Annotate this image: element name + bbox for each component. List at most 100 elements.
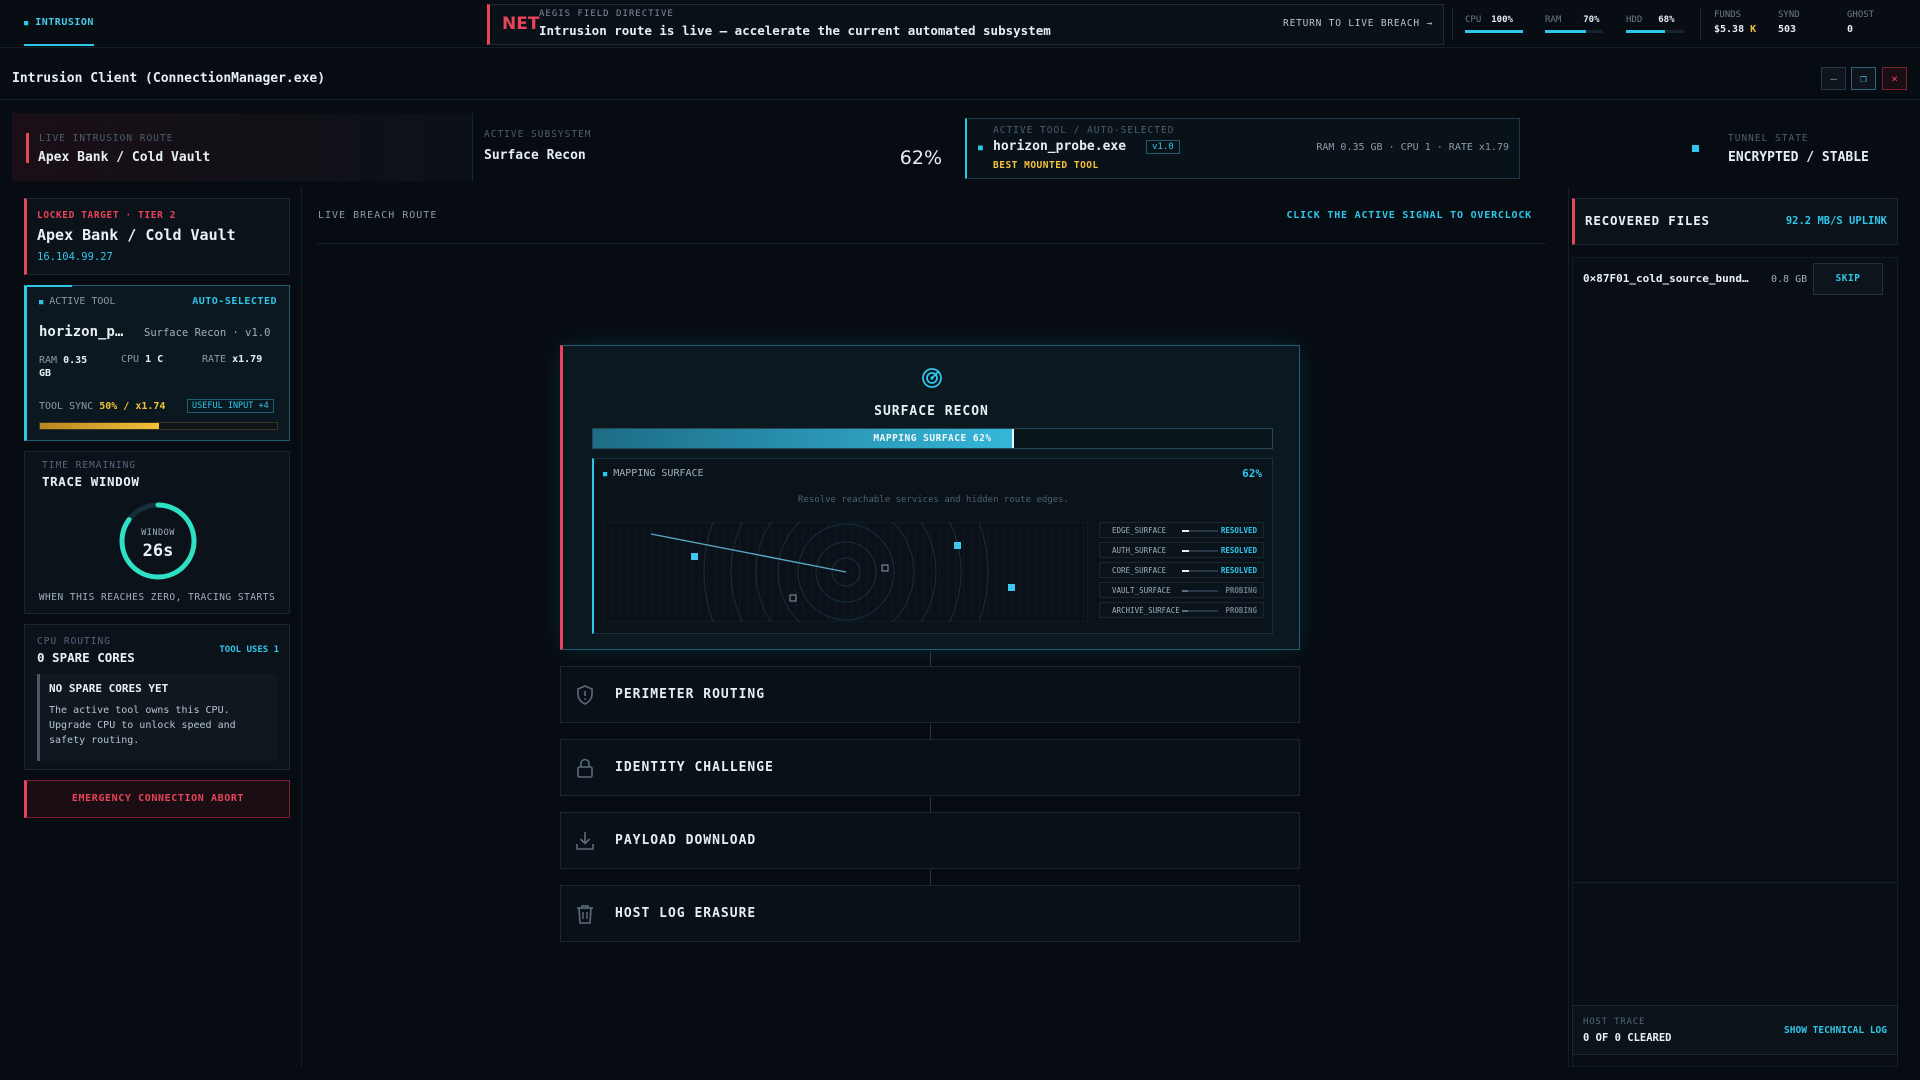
surface-row: CORE_SURFACE RESOLVED [1099,562,1264,578]
hdd-value: 68% [1658,15,1675,25]
card-accent [27,285,72,287]
target-icon [922,368,942,388]
recon-radar[interactable] [603,522,1088,622]
tab-dot-icon: ■ [24,19,29,27]
tool-version-badge: v1.0 [1146,140,1180,154]
tool-sync: TOOL SYNC 50% / x1.74 [39,401,166,412]
cpu-routing-kicker: CPU ROUTING [37,636,111,647]
no-spare-cores-title: NO SPARE CORES YET [49,682,169,695]
stage-label: IDENTITY CHALLENGE [615,760,774,775]
trace-note: WHEN THIS REACHES ZERO, TRACING STARTS [38,592,276,603]
funds-label: FUNDS [1714,10,1742,20]
trace-kicker: TIME REMAINING [42,460,137,471]
recon-progress-label: MAPPING SURFACE 62% [873,433,992,444]
surface-meter [1182,570,1218,572]
minimize-button[interactable]: — [1821,67,1846,90]
live-breach-route-label: LIVE BREACH ROUTE [318,210,438,221]
stage-label: HOST LOG ERASURE [615,906,757,921]
file-name: 0×87F01_cold_source_bund… [1583,272,1749,285]
surface-name: EDGE_SURFACE [1112,526,1167,535]
top-bar: ■ INTRUSION NET AEGIS FIELD DIRECTIVE In… [0,0,1920,48]
hdd-bar [1626,30,1684,33]
recovered-files-header: RECOVERED FILES 92.2 MB/S UPLINK [1572,198,1898,245]
skip-button[interactable]: SKIP [1813,263,1883,295]
divider [1573,882,1897,883]
surface-status: RESOLVED [1220,566,1257,575]
stage-identity-challenge[interactable]: IDENTITY CHALLENGE [560,739,1300,796]
download-icon [576,832,594,850]
surface-list: EDGE_SURFACE RESOLVED AUTH_SURFACE RESOLVED… [1099,522,1264,622]
synd-stat: SYND 503 [1778,10,1800,35]
ghost-label: GHOST [1847,10,1875,20]
connector [930,870,931,885]
recon-progress-bar: MAPPING SURFACE 62% [592,428,1273,449]
auto-selected-label: AUTO-SELECTED [192,296,277,307]
directive-banner: NET AEGIS FIELD DIRECTIVE Intrusion rout… [487,4,1444,45]
surface-status: RESOLVED [1220,526,1257,535]
divider [316,243,1546,244]
funds-stat: FUNDS $5.38 K [1714,10,1756,35]
route-value: Apex Bank / Cold Vault [38,150,211,165]
route-accent-bar [26,133,29,163]
host-trace-panel: HOST TRACE 0 OF 0 CLEARED SHOW TECHNICAL… [1572,1005,1898,1055]
tool-uses-label: TOOL USES 1 [219,645,279,655]
surface-name: ARCHIVE_SURFACE [1112,606,1180,615]
tab-intrusion[interactable]: ■ INTRUSION [24,0,94,46]
directive-kicker: AEGIS FIELD DIRECTIVE [539,9,674,19]
active-tool-label: ■ ACTIVE TOOL [39,296,116,307]
surface-row: VAULT_SURFACE PROBING [1099,582,1264,598]
target-name: Apex Bank / Cold Vault [37,226,236,244]
surface-meter [1182,550,1218,552]
list-item: 0×87F01_cold_source_bund… 0.8 GB SKIP [1573,258,1897,301]
cpu-routing-card: CPU ROUTING 0 SPARE CORES TOOL USES 1 NO… [24,624,290,770]
surface-row: ARCHIVE_SURFACE PROBING [1099,602,1264,618]
stage-label: PAYLOAD DOWNLOAD [615,833,757,848]
ghost-value: 0 [1847,24,1854,35]
trace-ring-value: 26s [142,541,174,561]
dot-icon: ■ [603,470,608,478]
tool-cell-label: ACTIVE TOOL / AUTO-SELECTED [993,125,1175,136]
cpu-stat: CPU 100% [1465,15,1523,33]
close-button[interactable]: ✕ [1882,67,1907,90]
target-ip: 16.104.99.27 [37,251,113,263]
ram-bar [1545,30,1603,33]
tool-dot-icon: ■ [978,143,983,152]
tool-cpu: CPU 1 C [121,354,164,365]
surface-status: PROBING [1225,586,1257,595]
cpu-bar [1465,30,1523,33]
active-tool-desc: Surface Recon · v1.0 [144,327,271,339]
tunnel-label: TUNNEL STATE [1728,133,1809,144]
emergency-abort-label: EMERGENCY CONNECTION ABORT [71,793,245,804]
mapping-panel-pct: 62% [1242,467,1262,480]
stage-host-log-erasure[interactable]: HOST LOG ERASURE [560,885,1300,942]
best-mounted-tag: BEST MOUNTED TOOL [993,160,1099,171]
synd-label: SYND [1778,10,1800,20]
useful-input-badge: USEFUL INPUT +4 [187,399,274,413]
connector [930,724,931,739]
return-to-live-breach-button[interactable]: RETURN TO LIVE BREACH → [1283,18,1433,29]
host-trace-label: HOST TRACE [1583,1017,1646,1027]
file-size: 0.8 GB [1771,274,1808,285]
surface-recon-card[interactable]: SURFACE RECON MAPPING SURFACE 62% ■ MAPP… [560,345,1300,650]
cpu-routing-title: 0 SPARE CORES [37,650,135,665]
stage-perimeter-routing[interactable]: PERIMETER ROUTING [560,666,1300,723]
surface-meter [1182,610,1218,612]
emergency-abort-button[interactable]: EMERGENCY CONNECTION ABORT [24,780,290,818]
subsystem-cell: ACTIVE SUBSYSTEM Surface Recon 62% [472,113,962,181]
tool-sync-fill [40,423,159,429]
mapping-hint: Resolve reachable services and hidden ro… [798,495,1069,505]
connector [930,651,931,666]
target-kicker: LOCKED TARGET · TIER 2 [37,210,177,221]
synd-value: 503 [1778,24,1797,35]
maximize-button[interactable]: ❐ [1851,67,1876,90]
tool-ram: RAM 0.35 GB [39,355,88,379]
tool-rate: RATE x1.79 [202,354,263,365]
status-strip: LIVE INTRUSION ROUTE Apex Bank / Cold Va… [12,113,1908,181]
tunnel-status-icon [1692,145,1699,152]
stage-payload-download[interactable]: PAYLOAD DOWNLOAD [560,812,1300,869]
trash-icon [577,905,593,924]
show-technical-log-link[interactable]: SHOW TECHNICAL LOG [1784,1025,1887,1036]
hdd-label: HDD [1626,15,1643,25]
trace-title: TRACE WINDOW [42,474,140,489]
stage-label: PERIMETER ROUTING [615,687,766,702]
